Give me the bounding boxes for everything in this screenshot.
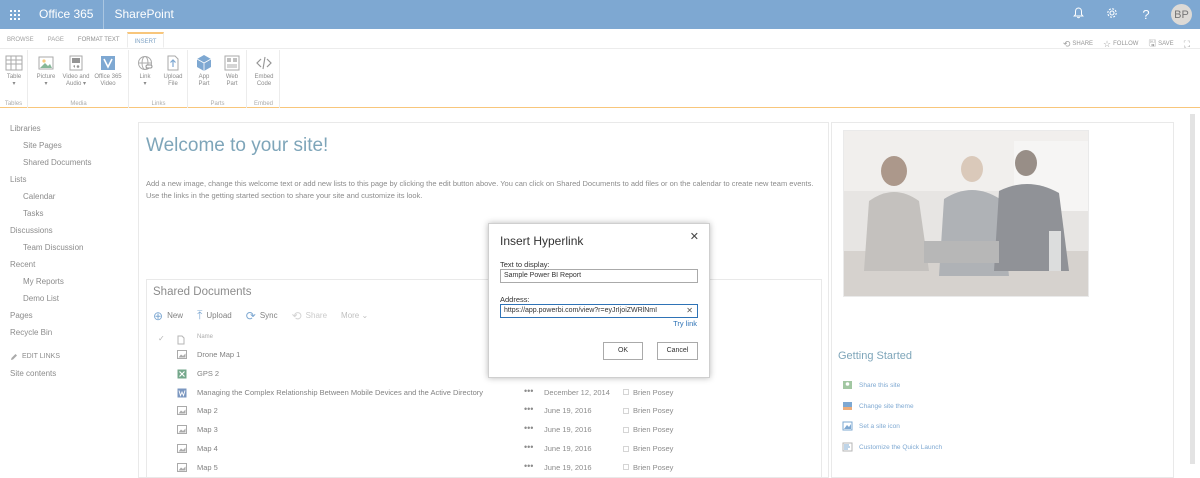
text-to-display-field[interactable]: Sample Power BI Report <box>500 269 698 283</box>
insert-hyperlink-dialog: Insert Hyperlink ✕ Text to display: Samp… <box>488 223 710 378</box>
dialog-title: Insert Hyperlink <box>500 234 584 248</box>
ok-button[interactable]: OK <box>603 342 643 360</box>
address-value: https://app.powerbi.com/view?r=eyJrIjoiZ… <box>504 307 658 314</box>
address-field[interactable]: https://app.powerbi.com/view?r=eyJrIjoiZ… <box>500 304 698 318</box>
try-link[interactable]: Try link <box>673 319 697 328</box>
clear-address-icon[interactable]: ✕ <box>686 305 693 317</box>
address-label: Address: <box>500 295 530 304</box>
close-icon[interactable]: ✕ <box>690 230 699 243</box>
cancel-button[interactable]: Cancel <box>657 342 698 360</box>
text-to-display-label: Text to display: <box>500 260 550 269</box>
